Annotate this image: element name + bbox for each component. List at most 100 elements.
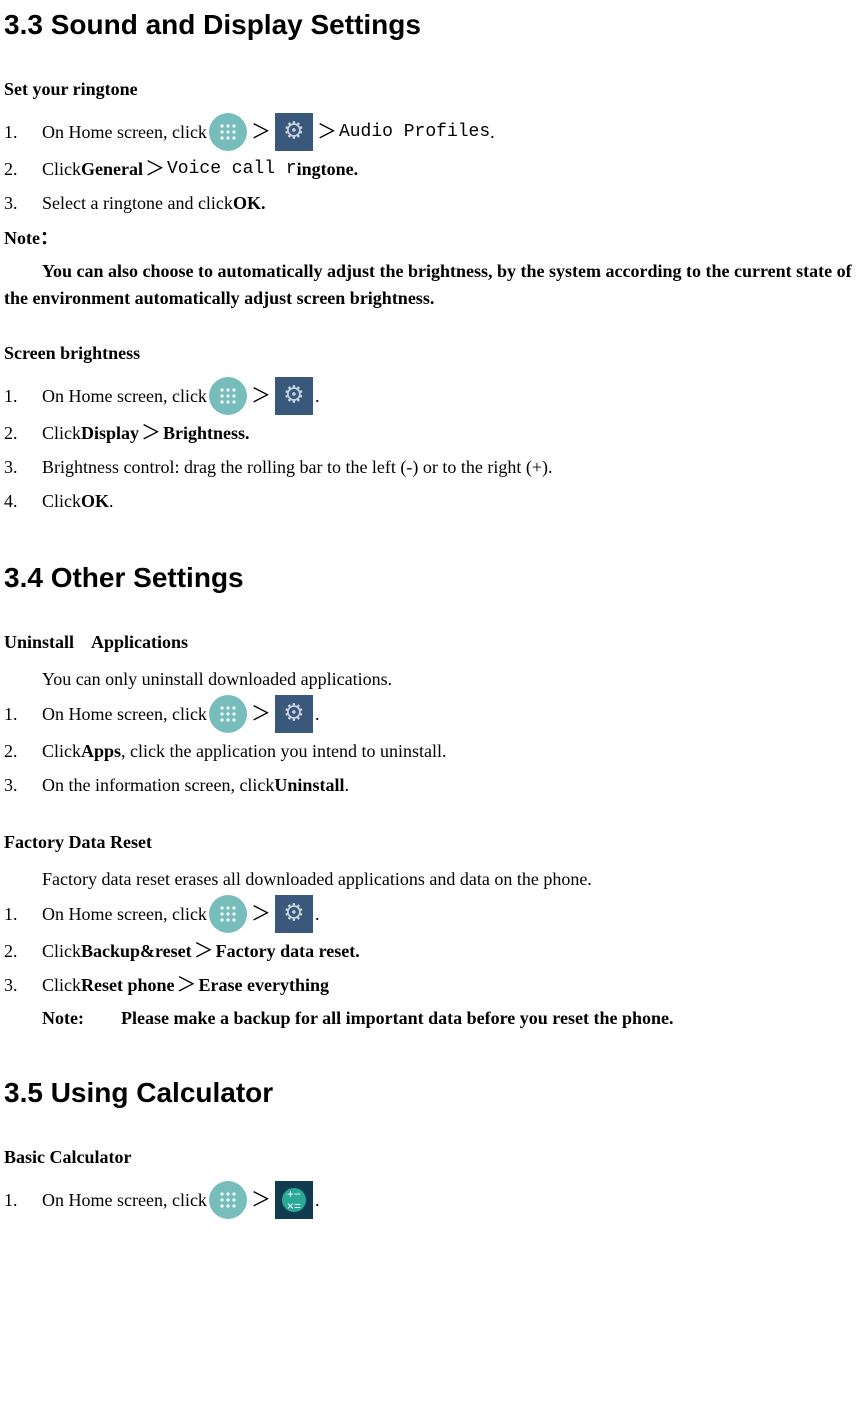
settings-icon [275,113,313,151]
settings-icon [275,377,313,415]
step-text: Click [42,485,81,517]
uninstall-step-3: 3. On the information screen, click Unin… [4,769,860,801]
step-text: Display [81,417,139,449]
factory-reset-head: Factory Data Reset [4,829,860,856]
apps-icon [209,1181,247,1219]
step-text: Select a ringtone and click [42,187,233,219]
step-text: Apps [81,735,121,767]
step-text: . [344,769,349,801]
list-number: 3. [4,769,42,801]
step-text: . [315,898,320,930]
reset-note: Note: Please make a backup for all impor… [42,1005,860,1032]
chevron-right-icon: ＞ [145,153,165,185]
brightness-step-2: 2. Click Display ＞ Brightness. [4,417,860,449]
step-text: On Home screen, click [42,898,207,930]
step-text: . [315,698,320,730]
list-number: 3. [4,451,42,483]
apps-icon [209,377,247,415]
ringtone-step-2: 2. Click General ＞ Voice call r ingtone. [4,153,860,185]
chevron-right-icon: ＞ [194,935,214,967]
step-text: Reset phone [81,969,175,1001]
list-number: 2. [4,735,42,767]
list-number: 2. [4,153,42,185]
chevron-right-icon: ＞ [317,116,337,148]
brightness-step-1: 1. On Home screen, click ＞ . [4,377,860,415]
calculator-icon: +−×= [275,1181,313,1219]
list-number: 2. [4,935,42,967]
apps-icon [209,895,247,933]
chevron-right-icon: ＞ [251,898,271,930]
list-number: 1. [4,380,42,412]
step-text: , click the application you intend to un… [121,735,446,767]
chevron-right-icon: ＞ [177,969,197,1001]
note-label: Note： [4,228,58,248]
reset-step-2: 2. Click Backup&reset ＞ Factory data res… [4,935,860,967]
list-number: 4. [4,485,42,517]
ringtone-step-1: 1. On Home screen, click ＞ ＞ Audio Profi… [4,113,860,151]
reset-step-1: 1. On Home screen, click ＞ . [4,895,860,933]
list-number: 3. [4,187,42,219]
step-text: Click [42,735,81,767]
uninstall-step-1: 1. On Home screen, click ＞ . [4,695,860,733]
section-3-4-title: 3.4 Other Settings [4,557,860,599]
section-3-5-title: 3.5 Using Calculator [4,1072,860,1114]
step-text: Click [42,935,81,967]
step-text: On the information screen, click [42,769,274,801]
step-text: On Home screen, click [42,380,207,412]
step-text: . [315,380,320,412]
factory-reset-intro: Factory data reset erases all downloaded… [42,866,860,893]
step-text: Audio Profiles [339,116,490,148]
chevron-right-icon: ＞ [251,698,271,730]
step-text: OK [81,485,109,517]
step-text: ingtone. [297,153,359,185]
step-text: General [81,153,143,185]
step-text: Uninstall [274,769,344,801]
uninstall-intro: You can only uninstall downloaded applic… [42,666,860,693]
apps-icon [209,113,247,151]
brightness-step-3: 3. Brightness control: drag the rolling … [4,451,860,483]
list-number: 2. [4,417,42,449]
note-body: You can also choose to automatically adj… [4,258,860,312]
calc-step-1: 1. On Home screen, click ＞ +−×= . [4,1181,860,1219]
ringtone-step-3: 3. Select a ringtone and click OK. [4,187,860,219]
screen-brightness-head: Screen brightness [4,340,860,367]
step-text: Click [42,153,81,185]
step-text: Erase everything [199,969,329,1001]
step-text: Click [42,969,81,1001]
uninstall-step-2: 2. Click Apps , click the application yo… [4,735,860,767]
brightness-step-4: 4. Click OK . [4,485,860,517]
step-text: On Home screen, click [42,116,207,148]
step-text: On Home screen, click [42,1184,207,1216]
set-ringtone-head: Set your ringtone [4,76,860,103]
settings-icon [275,695,313,733]
chevron-right-icon: ＞ [141,417,161,449]
list-number: 1. [4,698,42,730]
apps-icon [209,695,247,733]
step-text: . [109,485,114,517]
list-number: 1. [4,898,42,930]
step-text: . [315,1184,320,1216]
note-block: Note： [4,225,860,252]
step-text: On Home screen, click [42,698,207,730]
step-text: . [490,116,495,148]
step-text: Click [42,417,81,449]
step-text: Factory data reset. [216,935,360,967]
step-text: Voice call r [167,153,297,185]
list-number: 1. [4,116,42,148]
chevron-right-icon: ＞ [251,1184,271,1216]
chevron-right-icon: ＞ [251,116,271,148]
note-body: Please make a backup for all important d… [121,1008,673,1028]
chevron-right-icon: ＞ [251,380,271,412]
section-3-3-title: 3.3 Sound and Display Settings [4,4,860,46]
step-text: Backup&reset [81,935,192,967]
uninstall-head: Uninstall Applications [4,629,860,656]
list-number: 3. [4,969,42,1001]
step-text: Brightness. [163,417,250,449]
list-number: 1. [4,1184,42,1216]
basic-calc-head: Basic Calculator [4,1144,860,1171]
note-label: Note: [42,1008,84,1028]
reset-step-3: 3. Click Reset phone ＞ Erase everything [4,969,860,1001]
step-text: OK. [233,187,266,219]
settings-icon [275,895,313,933]
step-text: Brightness control: drag the rolling bar… [42,451,553,483]
